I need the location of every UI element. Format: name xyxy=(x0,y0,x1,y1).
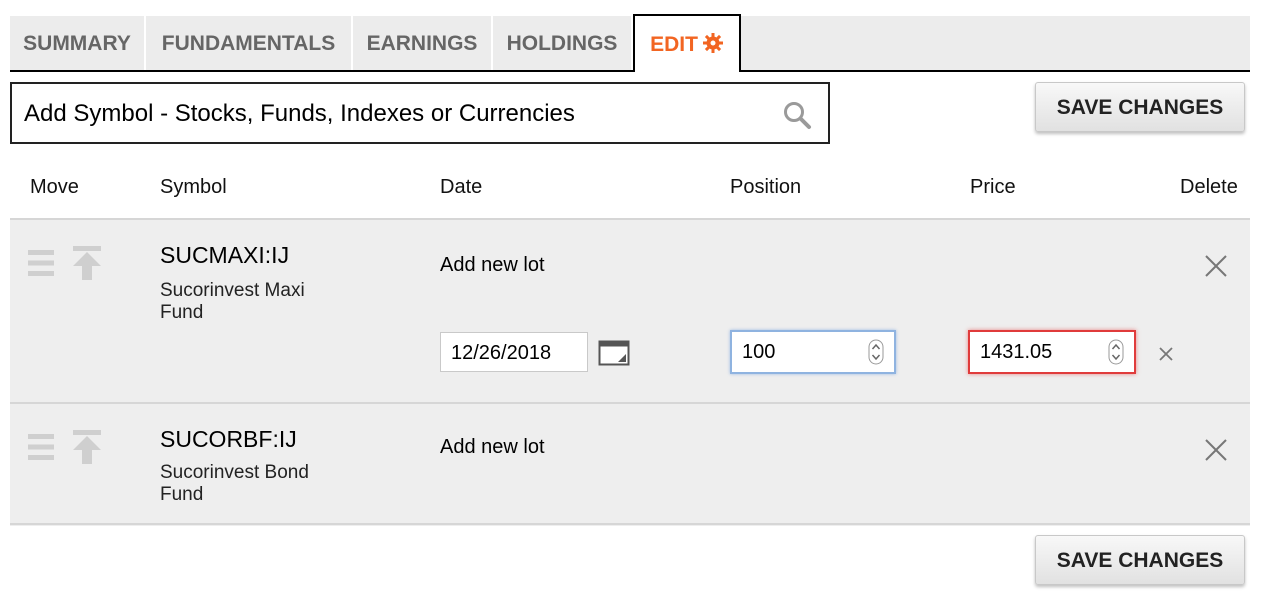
tab-holdings[interactable]: HOLDINGS xyxy=(493,16,633,70)
save-changes-button-top[interactable]: SAVE CHANGES xyxy=(1035,82,1245,132)
delete-row-icon[interactable] xyxy=(1204,254,1228,278)
lot-price-field xyxy=(968,330,1136,374)
column-header-position: Position xyxy=(730,176,802,198)
drag-handle-icon[interactable] xyxy=(28,248,54,278)
lot-position-input[interactable] xyxy=(740,338,854,366)
symbol-ticker: SUCMAXI:IJ xyxy=(160,242,290,268)
add-new-lot-link[interactable]: Add new lot xyxy=(440,254,545,277)
symbol-name: Sucorinvest Bond Fund xyxy=(160,462,309,505)
search-icon[interactable] xyxy=(782,100,812,130)
tab-edit-label: EDIT xyxy=(650,33,698,56)
symbol-search-box xyxy=(10,82,830,144)
drag-handle-icon[interactable] xyxy=(28,432,54,462)
symbol-name: Sucorinvest Maxi Fund xyxy=(160,280,305,323)
table-row: SUCMAXI:IJ Sucorinvest Maxi Fund Add new… xyxy=(10,218,1250,404)
row-divider xyxy=(10,523,1250,525)
price-stepper-icon[interactable] xyxy=(1108,339,1124,365)
move-to-top-icon[interactable] xyxy=(71,430,103,464)
column-header-move: Move xyxy=(30,176,79,198)
lot-position-field xyxy=(730,330,896,374)
save-changes-button-bottom[interactable]: SAVE CHANGES xyxy=(1035,535,1245,585)
gear-icon xyxy=(702,33,723,54)
tab-earnings[interactable]: EARNINGS xyxy=(353,16,493,70)
position-stepper-icon[interactable] xyxy=(868,339,884,365)
add-new-lot-link[interactable]: Add new lot xyxy=(440,436,545,459)
table-row: SUCORBF:IJ Sucorinvest Bond Fund Add new… xyxy=(10,402,1250,526)
column-header-delete: Delete xyxy=(1180,176,1238,198)
calendar-icon[interactable] xyxy=(598,340,630,366)
column-header-price: Price xyxy=(970,176,1016,198)
lot-date-input[interactable] xyxy=(449,339,563,367)
tab-summary[interactable]: SUMMARY xyxy=(10,16,146,70)
lot-date-field xyxy=(440,332,588,372)
move-to-top-icon[interactable] xyxy=(71,246,103,280)
delete-row-icon[interactable] xyxy=(1204,438,1228,462)
symbol-search-input[interactable] xyxy=(22,92,766,136)
column-header-symbol: Symbol xyxy=(160,176,227,198)
symbol-ticker: SUCORBF:IJ xyxy=(160,426,297,452)
delete-lot-icon[interactable] xyxy=(1159,347,1173,361)
column-header-date: Date xyxy=(440,176,483,198)
tab-bar: SUMMARY FUNDAMENTALS EARNINGS HOLDINGS E… xyxy=(10,14,1250,72)
tab-fundamentals[interactable]: FUNDAMENTALS xyxy=(146,16,353,70)
tab-edit[interactable]: EDIT xyxy=(633,14,741,72)
lot-price-input[interactable] xyxy=(978,338,1092,366)
